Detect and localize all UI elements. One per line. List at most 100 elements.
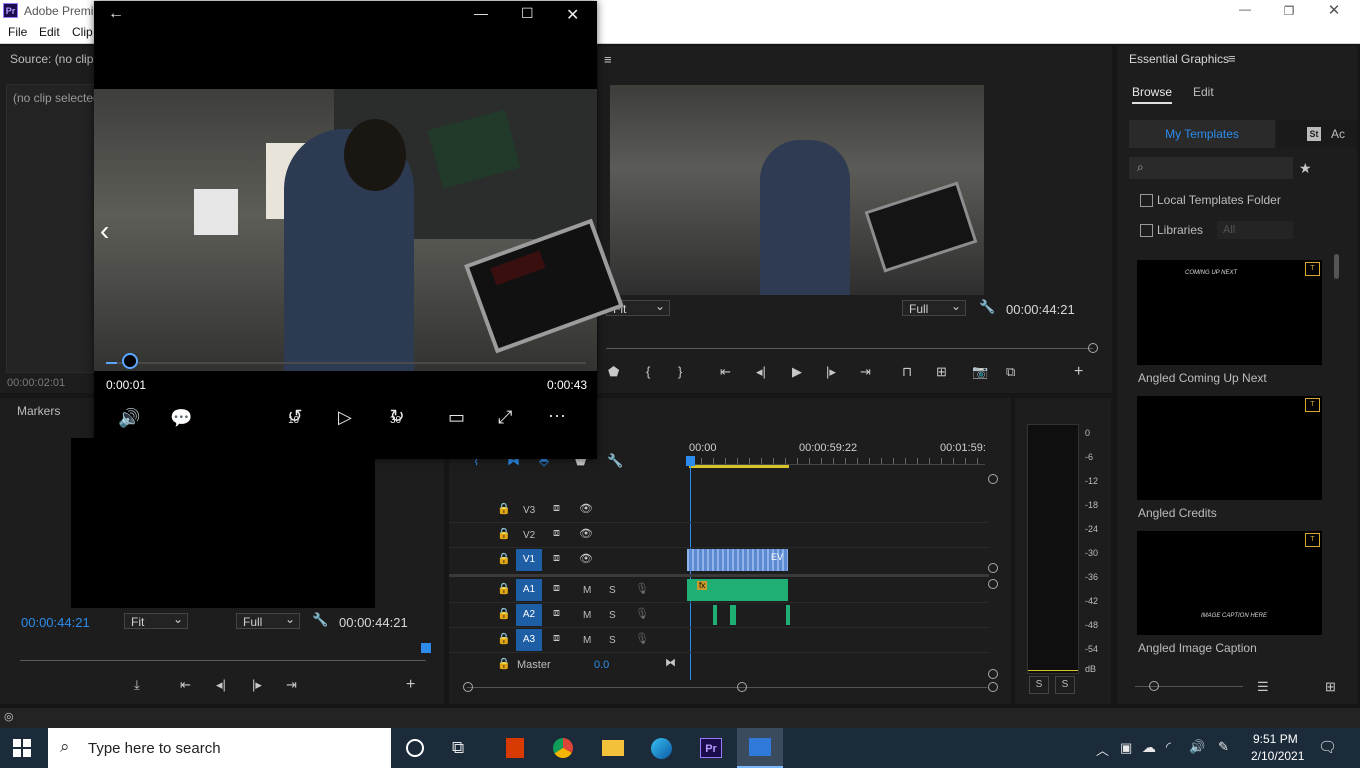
microphone-icon[interactable]: 🎙 — [635, 607, 649, 620]
go-to-in-icon[interactable]: ⇤ — [180, 677, 191, 693]
source-fit-dropdown[interactable]: Fit — [124, 611, 188, 629]
play-icon[interactable]: ▶ — [792, 364, 802, 380]
mini-view-icon[interactable]: ▭ — [448, 407, 465, 428]
cortana-icon[interactable] — [406, 739, 424, 757]
network-icon[interactable]: ◜ — [1166, 739, 1171, 755]
meet-now-icon[interactable]: ▣ — [1120, 740, 1132, 756]
zoom-handle-right[interactable] — [988, 682, 998, 692]
source-monitor-timecode[interactable]: 00:00:44:21 — [21, 615, 90, 630]
add-button-icon-program[interactable]: + — [1074, 363, 1083, 381]
movies-tv-taskbar-button[interactable] — [737, 728, 783, 768]
program-scrub-bar[interactable] — [606, 348, 1093, 349]
seek-thumb[interactable] — [122, 353, 138, 369]
timeline-scroll-v[interactable] — [988, 474, 998, 484]
zoom-handle-mid[interactable] — [737, 682, 747, 692]
edge-icon[interactable] — [651, 738, 672, 759]
office-icon[interactable] — [506, 738, 524, 758]
clock-time[interactable]: 9:51 PM — [1253, 732, 1298, 746]
essential-graphics-title[interactable]: Essential Graphics — [1129, 52, 1229, 66]
markers-title[interactable]: Markers — [17, 404, 60, 418]
premiere-taskbar-icon[interactable]: Pr — [700, 738, 722, 758]
menu-file[interactable]: File — [8, 25, 27, 39]
panel-menu-icon[interactable]: ≡ — [1228, 51, 1236, 66]
slider-handle[interactable] — [1149, 681, 1159, 691]
lock-icon[interactable]: 🔒 — [497, 552, 511, 565]
lock-icon[interactable]: 🔒 — [497, 502, 511, 515]
tab-browse[interactable]: Browse — [1132, 85, 1173, 104]
sync-lock-icon[interactable]: ⧈ — [553, 527, 560, 540]
menu-clip[interactable]: Clip — [72, 25, 93, 39]
timeline-zoom-scrollbar[interactable] — [467, 687, 987, 688]
onedrive-icon[interactable]: ☁ — [1142, 739, 1156, 756]
sync-lock-icon[interactable]: ⧈ — [553, 607, 560, 620]
solo-button[interactable]: S — [609, 610, 616, 621]
template-thumb-angled-credits[interactable]: T — [1137, 396, 1322, 500]
source-panel-title[interactable]: Source: (no clips) — [10, 52, 103, 66]
go-to-in-point-icon[interactable]: ⇤ — [720, 364, 731, 380]
pen-icon[interactable]: ✎ — [1218, 739, 1229, 755]
timeline-wrench-icon[interactable]: 🔧 — [607, 453, 623, 469]
timeline-scroll-v4[interactable] — [988, 669, 998, 679]
insert-icon[interactable]: ⤓ — [134, 677, 140, 693]
libraries-checkbox[interactable] — [1140, 224, 1153, 237]
track-target-a3[interactable]: A3 — [516, 629, 542, 651]
timeline-scroll-v2[interactable] — [988, 563, 998, 573]
start-button[interactable] — [12, 738, 34, 758]
zoom-handle-left[interactable] — [463, 682, 473, 692]
minimize-icon[interactable]: — — [474, 5, 488, 21]
add-button-icon[interactable]: + — [406, 676, 415, 694]
lock-icon[interactable]: 🔒 — [497, 527, 511, 540]
timeline-scroll-v3[interactable] — [988, 579, 998, 589]
mute-button[interactable]: M — [583, 585, 591, 596]
fullscreen-icon[interactable]: ⤢ — [498, 407, 512, 428]
camera-icon[interactable]: 📷 — [972, 364, 988, 380]
chrome-icon[interactable] — [553, 738, 573, 758]
source-full-dropdown[interactable]: Full — [236, 611, 300, 629]
track-target-a2[interactable]: A2 — [516, 604, 542, 626]
menu-edit[interactable]: Edit — [39, 25, 60, 39]
adobe-stock-tab[interactable]: St Ac — [1277, 120, 1357, 148]
eye-icon[interactable]: 👁 — [579, 502, 593, 515]
step-back-frame-icon[interactable]: ◂| — [756, 364, 766, 380]
solo-button[interactable]: S — [609, 635, 616, 646]
lock-icon[interactable]: 🔒 — [497, 657, 511, 670]
solo-button[interactable]: S — [609, 585, 616, 596]
star-icon[interactable]: ★ — [1299, 160, 1312, 177]
task-view-icon[interactable]: ⧉ — [452, 738, 464, 758]
minimize-button[interactable]: — — [1236, 0, 1254, 22]
template-search-input[interactable]: ⌕ — [1129, 157, 1293, 179]
compare-icon[interactable]: ⧉ — [1006, 364, 1015, 380]
sync-lock-icon[interactable]: ⧈ — [553, 582, 560, 595]
eye-icon[interactable]: 👁 — [579, 527, 593, 540]
wrench-icon[interactable]: 🔧 — [312, 612, 328, 628]
video-clip[interactable]: EV — [687, 549, 788, 571]
audio-clip-fragment[interactable] — [730, 605, 736, 625]
subtitles-icon[interactable]: 💬 — [170, 408, 192, 429]
file-explorer-icon[interactable] — [602, 740, 624, 756]
program-full-dropdown[interactable]: Full — [902, 298, 966, 316]
template-thumb-coming-up-next[interactable]: COMING UP NEXT T — [1137, 260, 1322, 365]
audio-clip-fragment[interactable] — [786, 605, 790, 625]
audio-clip[interactable]: fx — [687, 579, 788, 601]
master-value[interactable]: 0.0 — [594, 659, 609, 671]
solo-left-button[interactable]: S — [1029, 676, 1049, 694]
go-to-out-point-icon[interactable]: ⇥ — [860, 364, 871, 380]
show-hidden-icons[interactable]: ︿ — [1096, 740, 1109, 759]
tab-edit[interactable]: Edit — [1193, 85, 1214, 99]
lock-icon[interactable]: 🔒 — [497, 582, 511, 595]
mute-button[interactable]: M — [583, 610, 591, 621]
prev-arrow-icon[interactable]: ‹ — [100, 215, 109, 247]
source-playhead[interactable] — [421, 643, 431, 653]
lift-icon[interactable]: ⊓ — [902, 364, 912, 380]
local-templates-checkbox[interactable] — [1140, 194, 1153, 207]
step-forward-icon[interactable]: |▸ — [252, 677, 262, 693]
mark-in-icon[interactable]: { — [646, 364, 650, 379]
more-options-icon[interactable]: ··· — [548, 405, 566, 426]
microphone-icon[interactable]: 🎙 — [635, 582, 649, 595]
clock-date[interactable]: 2/10/2021 — [1251, 749, 1304, 763]
skip-forward-30-icon[interactable]: ↻ 30 — [384, 406, 410, 427]
mark-out-icon[interactable]: } — [678, 364, 682, 379]
go-to-out-icon[interactable]: ⇥ — [286, 677, 297, 693]
sort-icon[interactable]: ☰ — [1257, 679, 1269, 695]
track-target-a1[interactable]: A1 — [516, 579, 542, 601]
